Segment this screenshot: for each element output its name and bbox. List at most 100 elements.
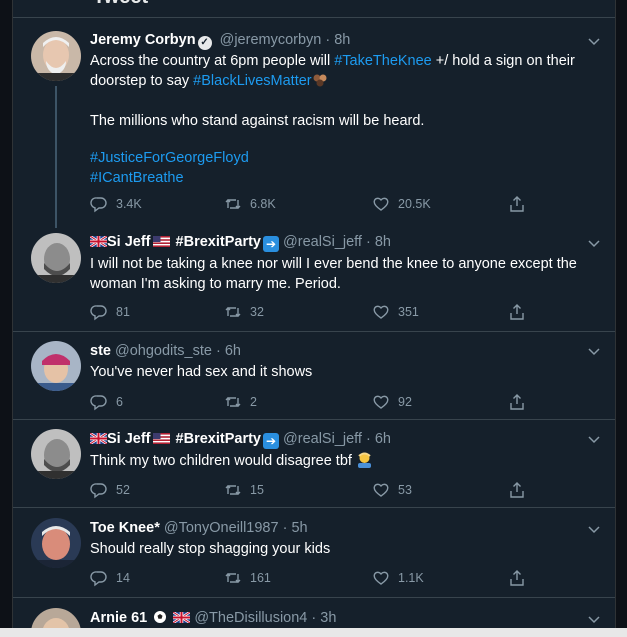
right-arrow-icon: ➔ [262, 433, 279, 449]
retweet-count: 32 [250, 305, 264, 319]
hashtag-link[interactable]: #BlackLivesMatter [193, 73, 311, 89]
like-button[interactable]: 1.1K [372, 568, 424, 588]
like-count: 20.5K [398, 197, 431, 211]
handle[interactable]: @realSi_jeff [283, 431, 362, 447]
us-flag-icon [152, 433, 170, 444]
share-icon [510, 570, 524, 586]
tweet-header: Jeremy Corbyn ✓ @jeremycorbyn · 8h [90, 31, 575, 50]
tweet-realsi-jeff[interactable]: Si Jeff #BrexitParty ➔ @realSi_jeff · 8h … [13, 228, 615, 338]
retweet-button[interactable]: 32 [224, 302, 264, 322]
chevron-down-icon[interactable] [587, 236, 601, 250]
chevron-down-icon[interactable] [587, 344, 601, 358]
tweet-text: You've never had sex and it shows [90, 362, 593, 382]
display-name[interactable]: ste [90, 343, 111, 359]
hashtag-link[interactable]: #JusticeForGeorgeFloyd [90, 148, 593, 168]
share-button[interactable] [508, 480, 534, 500]
display-name[interactable]: Arnie 61 [90, 610, 147, 626]
chevron-down-icon[interactable] [587, 612, 601, 626]
tweet-actions: 52 15 53 [90, 480, 530, 500]
share-icon [510, 304, 524, 320]
timestamp[interactable]: · 5h [283, 520, 308, 536]
like-icon [373, 483, 389, 497]
like-icon [373, 197, 389, 211]
share-button[interactable] [508, 568, 534, 588]
avatar[interactable] [31, 233, 81, 283]
reply-button[interactable]: 81 [90, 302, 130, 322]
timestamp[interactable]: · 8h [366, 234, 391, 250]
tweet-tonyoneill1987[interactable]: Toe Knee* @TonyOneill1987 · 5h Should re… [13, 508, 615, 598]
like-button[interactable]: 20.5K [372, 194, 431, 214]
timestamp[interactable]: · 3h [311, 610, 336, 626]
tweet-realsi-jeff-reply[interactable]: Si Jeff #BrexitParty ➔ @realSi_jeff · 6h … [13, 420, 615, 508]
like-count: 92 [398, 395, 412, 409]
uk-flag-icon [90, 236, 107, 247]
verified-badge-icon: ✓ [197, 36, 212, 50]
display-name[interactable]: Jeremy Corbyn [90, 32, 196, 48]
tweet-text: I will not be taking a knee nor will I e… [90, 254, 593, 294]
reply-button[interactable]: 6 [90, 392, 123, 412]
tweet-jeremycorbyn[interactable]: Jeremy Corbyn ✓ @jeremycorbyn · 8h Across… [13, 18, 615, 228]
hashtag-link[interactable]: #TakeTheKnee [334, 53, 432, 69]
retweet-count: 6.8K [250, 197, 276, 211]
reply-icon [90, 197, 107, 213]
text-segment: doorstep to say [90, 73, 194, 89]
avatar[interactable] [31, 518, 81, 568]
like-button[interactable]: 53 [372, 480, 412, 500]
tweet-actions: 81 32 351 [90, 302, 530, 322]
retweet-count: 161 [250, 571, 271, 585]
handle[interactable]: @ohgodits_ste [115, 343, 212, 359]
like-button[interactable]: 351 [372, 302, 419, 322]
like-button[interactable]: 92 [372, 392, 412, 412]
tweet-text: Should really stop shagging your kids [90, 539, 593, 559]
tweet-text: Across the country at 6pm people will #T… [90, 51, 593, 188]
chevron-down-icon[interactable] [587, 522, 601, 536]
timestamp[interactable]: · 8h [325, 32, 350, 48]
paragraph: The millions who stand against racism wi… [90, 113, 425, 129]
retweet-button[interactable]: 15 [224, 480, 264, 500]
chevron-down-icon[interactable] [587, 432, 601, 446]
display-name[interactable]: Si Jeff [107, 234, 151, 250]
avatar[interactable] [31, 31, 81, 81]
share-button[interactable] [508, 392, 534, 412]
display-name[interactable]: Toe Knee* [90, 520, 160, 536]
display-name-suffix[interactable]: #BrexitParty [176, 431, 261, 447]
share-button[interactable] [508, 302, 534, 322]
chevron-down-icon[interactable] [587, 34, 601, 48]
text-line: Think my two children would disagree tbf [90, 453, 352, 469]
reply-icon [90, 305, 107, 321]
share-icon [510, 394, 524, 410]
reply-count: 52 [116, 483, 130, 497]
handle[interactable]: @realSi_jeff [283, 234, 362, 250]
display-name-suffix[interactable]: #BrexitParty [176, 234, 261, 250]
avatar[interactable] [31, 429, 81, 479]
retweet-icon [225, 397, 241, 407]
reply-button[interactable]: 52 [90, 480, 130, 500]
like-count: 1.1K [398, 571, 424, 585]
reply-button[interactable]: 14 [90, 568, 130, 588]
timestamp[interactable]: · 6h [216, 343, 241, 359]
us-flag-icon [152, 236, 170, 247]
handle[interactable]: @TonyOneill1987 [164, 520, 279, 536]
handle[interactable]: @TheDisillusion4 [194, 610, 307, 626]
retweet-button[interactable]: 161 [224, 568, 271, 588]
display-name[interactable]: Si Jeff [107, 431, 151, 447]
reply-icon [90, 571, 107, 587]
share-button[interactable] [508, 194, 534, 214]
reply-button[interactable]: 3.4K [90, 194, 142, 214]
retweet-icon [225, 485, 241, 495]
retweet-button[interactable]: 6.8K [224, 194, 276, 214]
hashtag-link[interactable]: #ICantBreathe [90, 168, 593, 188]
like-icon [373, 395, 389, 409]
tweet-header: Toe Knee* @TonyOneill1987 · 5h [90, 519, 575, 537]
like-count: 351 [398, 305, 419, 319]
text-line: I will not be taking a knee nor will I e… [90, 256, 577, 272]
retweet-button[interactable]: 2 [224, 392, 257, 412]
tweet-ohgodits-ste[interactable]: ste @ohgodits_ste · 6h You've never had … [13, 332, 615, 422]
text-line: You've never had sex and it shows [90, 364, 313, 380]
text-line: Should really stop shagging your kids [90, 541, 331, 557]
handle[interactable]: @jeremycorbyn [220, 32, 322, 48]
timestamp[interactable]: · 6h [366, 431, 391, 447]
avatar[interactable] [31, 341, 81, 391]
retweet-count: 15 [250, 483, 264, 497]
facepalm-emoji-icon [356, 451, 373, 474]
